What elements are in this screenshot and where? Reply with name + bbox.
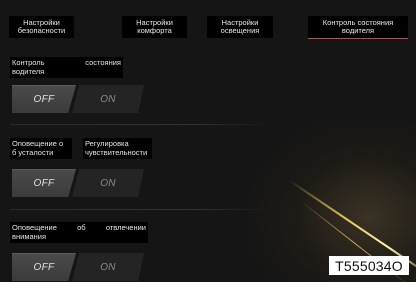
tab-safety-settings[interactable]: Настройки безопасности [9, 16, 74, 38]
tab-comfort-settings[interactable]: Настройки комфорта [122, 16, 187, 38]
section-divider [10, 209, 270, 210]
section-divider [10, 124, 270, 125]
label-word: об [77, 223, 86, 232]
label-line: Регулировка [85, 139, 129, 148]
fatigue-alert-label: Оповещение о б усталости [10, 138, 72, 159]
distraction-alert-label: Оповещение об отвлечении внимания [10, 222, 148, 243]
distraction-alert-toggle[interactable]: OFF ON [12, 253, 144, 281]
on-option[interactable]: ON [72, 169, 144, 197]
fatigue-alert-toggle[interactable]: OFF ON [12, 169, 144, 197]
driver-monitoring-label: Контроль состояния водителя [10, 57, 123, 78]
tab-bar: Настройки безопасности Настройки комфорт… [0, 0, 416, 46]
label-word: внимания [12, 232, 47, 241]
label-line: чувствительности [85, 148, 148, 157]
tab-lighting-settings[interactable]: Настройки освещения [207, 16, 273, 38]
on-option[interactable]: ON [72, 253, 144, 281]
driver-monitoring-toggle[interactable]: OFF ON [12, 85, 144, 113]
off-option[interactable]: OFF [12, 253, 76, 281]
label-word: водителя [12, 67, 45, 76]
label-line: б усталости [12, 148, 54, 157]
label-word: Оповещение [12, 223, 57, 232]
label-word: отвлечении [105, 223, 146, 232]
label-word: состояния [85, 58, 121, 67]
label-line: Оповещение о [12, 139, 64, 148]
off-option[interactable]: OFF [12, 85, 76, 113]
tab-driver-monitoring[interactable]: Контроль состояния водителя [308, 16, 408, 39]
off-option[interactable]: OFF [12, 169, 76, 197]
display-screen: Настройки безопасности Настройки комфорт… [0, 0, 416, 282]
image-code-label: T555034O [329, 256, 409, 275]
on-option[interactable]: ON [72, 85, 144, 113]
label-word: Контроль [12, 58, 45, 67]
sensitivity-label: Регулировка чувствительности [83, 138, 152, 159]
